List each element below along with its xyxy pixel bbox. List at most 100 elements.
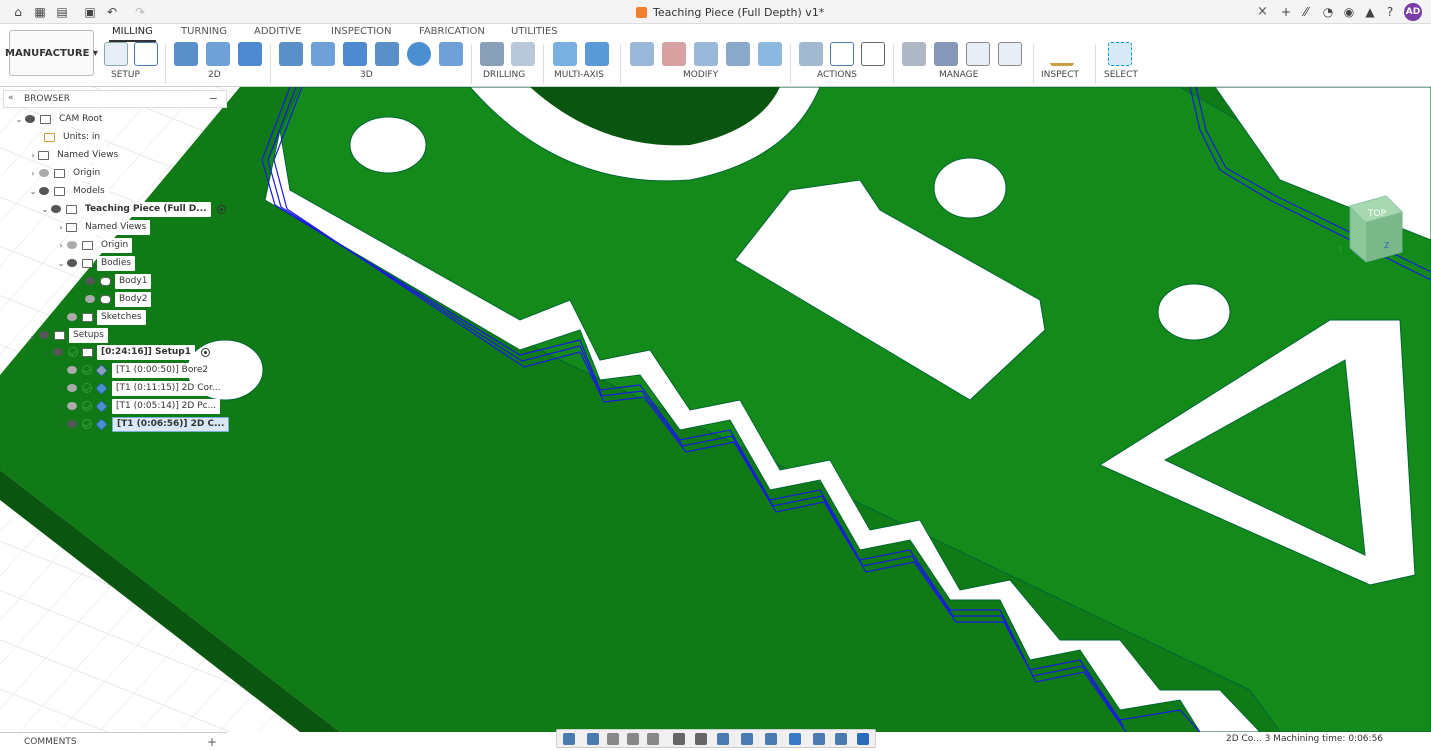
tab-utilities[interactable]: UTILITIES	[511, 26, 558, 40]
file-icon[interactable]: ▤	[54, 4, 70, 20]
extensions-icon[interactable]: ⁄⁄	[1298, 4, 1314, 20]
caret-right-icon[interactable]: ›	[56, 223, 66, 232]
simulate-icon[interactable]	[799, 42, 823, 66]
2d-group-label[interactable]: 2D	[208, 70, 221, 80]
select-icon[interactable]	[1108, 42, 1132, 66]
caret-down-icon[interactable]: ⌄	[28, 331, 38, 340]
tab-milling[interactable]: MILLING	[109, 26, 156, 42]
browser-header[interactable]: « BROWSER −	[3, 90, 227, 108]
pattern-icon[interactable]	[726, 42, 750, 66]
cut-icon[interactable]	[630, 42, 654, 66]
multi-axis-contour-icon[interactable]	[553, 42, 577, 66]
hole-recognition-icon[interactable]	[511, 42, 535, 66]
caret-down-icon[interactable]: ⌄	[28, 187, 38, 196]
caret-down-icon[interactable]: ⌄	[56, 259, 66, 268]
modify-group-label[interactable]: MODIFY	[683, 70, 718, 80]
comments-panel[interactable]: COMMENTS +	[0, 732, 227, 751]
face-icon[interactable]	[238, 42, 262, 66]
help-icon[interactable]: ?	[1382, 4, 1398, 20]
radial-icon[interactable]	[407, 42, 431, 66]
eye-hidden-icon[interactable]	[66, 401, 80, 411]
tree-body2[interactable]: Body2	[84, 291, 152, 307]
zoom-window-icon[interactable]	[647, 733, 659, 745]
3d-pocket-icon[interactable]	[311, 42, 335, 66]
new-tab-icon[interactable]: +	[1278, 4, 1294, 20]
caret-right-icon[interactable]: ›	[28, 169, 38, 178]
browser-collapse-icon[interactable]: «	[8, 93, 14, 103]
rotate-icon[interactable]	[765, 733, 777, 745]
avatar[interactable]: AD	[1404, 3, 1422, 21]
home-icon[interactable]: ⌂	[10, 4, 26, 20]
tab-fabrication[interactable]: FABRICATION	[419, 26, 485, 40]
eye-icon[interactable]	[84, 276, 98, 286]
close-tab-button[interactable]: ×	[1257, 4, 1268, 19]
eye-hidden-icon[interactable]	[66, 383, 80, 393]
caret-down-icon[interactable]: ⌄	[14, 115, 24, 124]
post-library-icon[interactable]	[966, 42, 990, 66]
filter-icon[interactable]	[835, 733, 847, 745]
tree-op-2d-contour[interactable]: › [T1 (0:11:15)] 2D Cor...	[56, 380, 225, 396]
eye-hidden-icon[interactable]	[84, 294, 98, 304]
new-setup-icon[interactable]	[104, 42, 128, 66]
eye-icon[interactable]	[38, 186, 52, 196]
document-tab[interactable]: Teaching Piece (Full Depth) v1*	[636, 3, 824, 21]
job-status-icon[interactable]: ◔	[1320, 4, 1336, 20]
undo-icon[interactable]: ↶	[104, 4, 120, 20]
tool-library-icon[interactable]	[902, 42, 926, 66]
tab-inspection[interactable]: INSPECTION	[331, 26, 392, 40]
setup-sheet-icon[interactable]	[861, 42, 885, 66]
eye-icon[interactable]	[50, 204, 64, 214]
workspace-switcher[interactable]: MANUFACTURE ▾	[5, 30, 98, 76]
delete-toolpath-icon[interactable]	[662, 42, 686, 66]
2d-adaptive-icon[interactable]	[174, 42, 198, 66]
viewports-icon[interactable]	[717, 733, 729, 745]
caret-right-icon[interactable]: ›	[56, 313, 66, 322]
caret-right-icon[interactable]: ›	[56, 420, 66, 429]
tree-op-bore2[interactable]: › [T1 (0:00:50)] Bore2	[56, 362, 213, 378]
eye-icon[interactable]	[38, 330, 52, 340]
environment-icon[interactable]	[813, 733, 825, 745]
actions-group-label[interactable]: ACTIONS	[817, 70, 857, 80]
tree-sketches[interactable]: › Sketches	[56, 309, 146, 325]
post-process-icon[interactable]	[830, 42, 854, 66]
tree-model-teaching-piece[interactable]: ⌄ Teaching Piece (Full D...	[40, 201, 226, 217]
save-icon[interactable]: ▣	[82, 4, 98, 20]
select-group-label[interactable]: SELECT	[1104, 70, 1138, 80]
eye-icon[interactable]	[66, 419, 80, 429]
swarf-icon[interactable]	[585, 42, 609, 66]
manual-nc-icon[interactable]	[758, 42, 782, 66]
visual-style-icon[interactable]	[789, 733, 801, 745]
measure-icon[interactable]	[1050, 42, 1074, 66]
orbit-icon[interactable]	[563, 733, 575, 745]
tab-turning[interactable]: TURNING	[181, 26, 227, 40]
machine-library-icon[interactable]	[934, 42, 958, 66]
pan-icon[interactable]	[607, 733, 619, 745]
caret-right-icon[interactable]: ›	[56, 402, 66, 411]
tree-origin[interactable]: › Origin	[28, 165, 105, 181]
online-status-icon[interactable]: ◉	[1341, 4, 1357, 20]
eye-icon[interactable]	[24, 114, 38, 124]
drilling-group-label[interactable]: DRILLING	[483, 70, 525, 80]
edit-notes-icon[interactable]	[694, 42, 718, 66]
eye-hidden-icon[interactable]	[66, 365, 80, 375]
caret-down-icon[interactable]: ⌄	[40, 205, 50, 214]
caret-right-icon[interactable]: ›	[56, 241, 66, 250]
tree-op-2d-pocket[interactable]: › [T1 (0:05:14)] 2D Pc...	[56, 398, 221, 414]
zoom-icon[interactable]	[627, 733, 639, 745]
drill-icon[interactable]	[480, 42, 504, 66]
multi-axis-group-label[interactable]: MULTI-AXIS	[554, 70, 604, 80]
inspect-group-label[interactable]: INSPECT	[1041, 70, 1079, 80]
template-library-icon[interactable]	[998, 42, 1022, 66]
eye-icon[interactable]	[66, 258, 80, 268]
eye-hidden-icon[interactable]	[66, 312, 80, 322]
notifications-icon[interactable]: ▲	[1362, 4, 1378, 20]
flow-icon[interactable]	[439, 42, 463, 66]
tree-bodies[interactable]: ⌄ Bodies	[56, 255, 136, 271]
tree-models[interactable]: ⌄ Models	[28, 183, 109, 199]
section-icon[interactable]	[741, 733, 753, 745]
grid-icon[interactable]	[695, 733, 707, 745]
caret-right-icon[interactable]: ›	[56, 366, 66, 375]
add-comment-button[interactable]: +	[207, 735, 217, 749]
2d-pocket-icon[interactable]	[206, 42, 230, 66]
browser-minimize-button[interactable]: −	[209, 92, 218, 105]
